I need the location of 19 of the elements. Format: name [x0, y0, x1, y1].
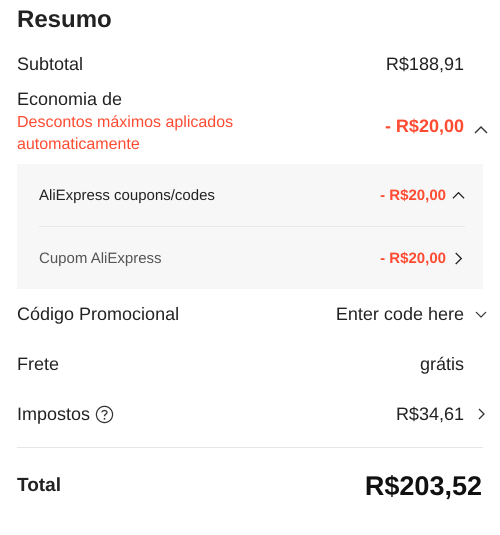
help-icon[interactable] — [95, 404, 114, 424]
subtotal-value: R$188,91 — [386, 54, 464, 74]
taxes-value: R$34,61 — [396, 404, 464, 424]
summary-title: Resumo — [17, 6, 113, 34]
total-label: Total — [17, 475, 61, 497]
savings-value: - R$20,00 — [384, 115, 464, 138]
promo-code-label: Código Promocional — [17, 304, 180, 324]
discount-value: - R$20,00 — [380, 250, 446, 266]
discount-label: Cupom AliExpress — [39, 250, 163, 266]
total-value: R$203,52 — [364, 470, 482, 502]
subtotal-label: Subtotal — [17, 54, 84, 74]
discount-label: AliExpress coupons/codes — [39, 186, 216, 204]
savings-note: Descontos máximos aplicados automaticamente — [17, 113, 234, 155]
discount-value: - R$20,00 — [380, 186, 446, 204]
taxes-label: Impostos — [17, 404, 90, 424]
shipping-label: Frete — [17, 354, 60, 374]
shipping-value: grátis — [420, 354, 464, 374]
promo-code-field[interactable]: Enter code here — [314, 304, 464, 324]
savings-label: Economia de — [17, 89, 124, 110]
